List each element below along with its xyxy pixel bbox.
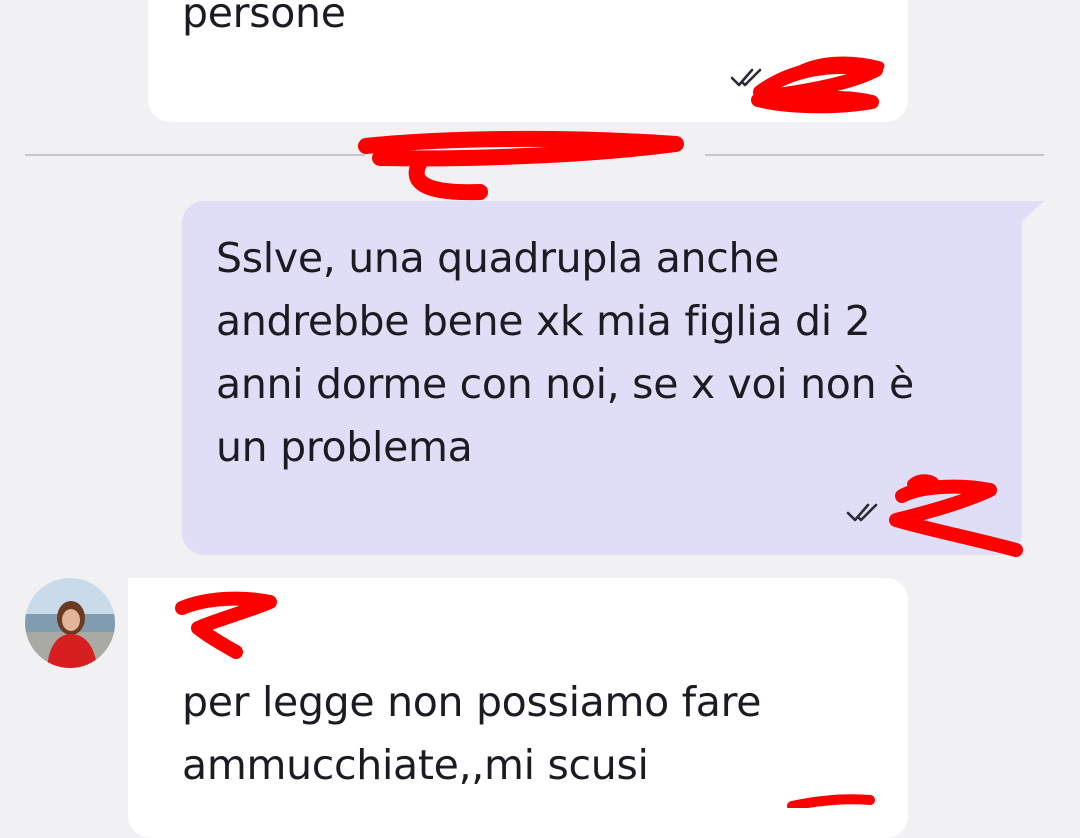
double-check-icon	[846, 503, 878, 522]
double-check-icon	[730, 68, 762, 87]
incoming-message-bubble[interactable]: per legge non possiamo fare ammucchiate,…	[128, 578, 908, 838]
message-text: Sslve, una quadrupla anche andrebbe bene…	[216, 234, 914, 471]
incoming-message-bubble[interactable]: persone	[148, 0, 908, 122]
separator-line	[25, 154, 365, 156]
message-text: persone	[182, 0, 346, 37]
avatar[interactable]	[25, 578, 115, 668]
avatar-photo	[25, 578, 115, 668]
outgoing-message-bubble[interactable]: Sslve, una quadrupla anche andrebbe bene…	[182, 201, 1022, 555]
bubble-tail	[1020, 201, 1044, 223]
chat-thread: persone Sslve, una quadrupla anche andre…	[0, 0, 1080, 838]
date-separator	[25, 154, 1044, 156]
message-text: per legge non possiamo fare ammucchiate,…	[182, 678, 762, 789]
separator-line	[705, 154, 1044, 156]
